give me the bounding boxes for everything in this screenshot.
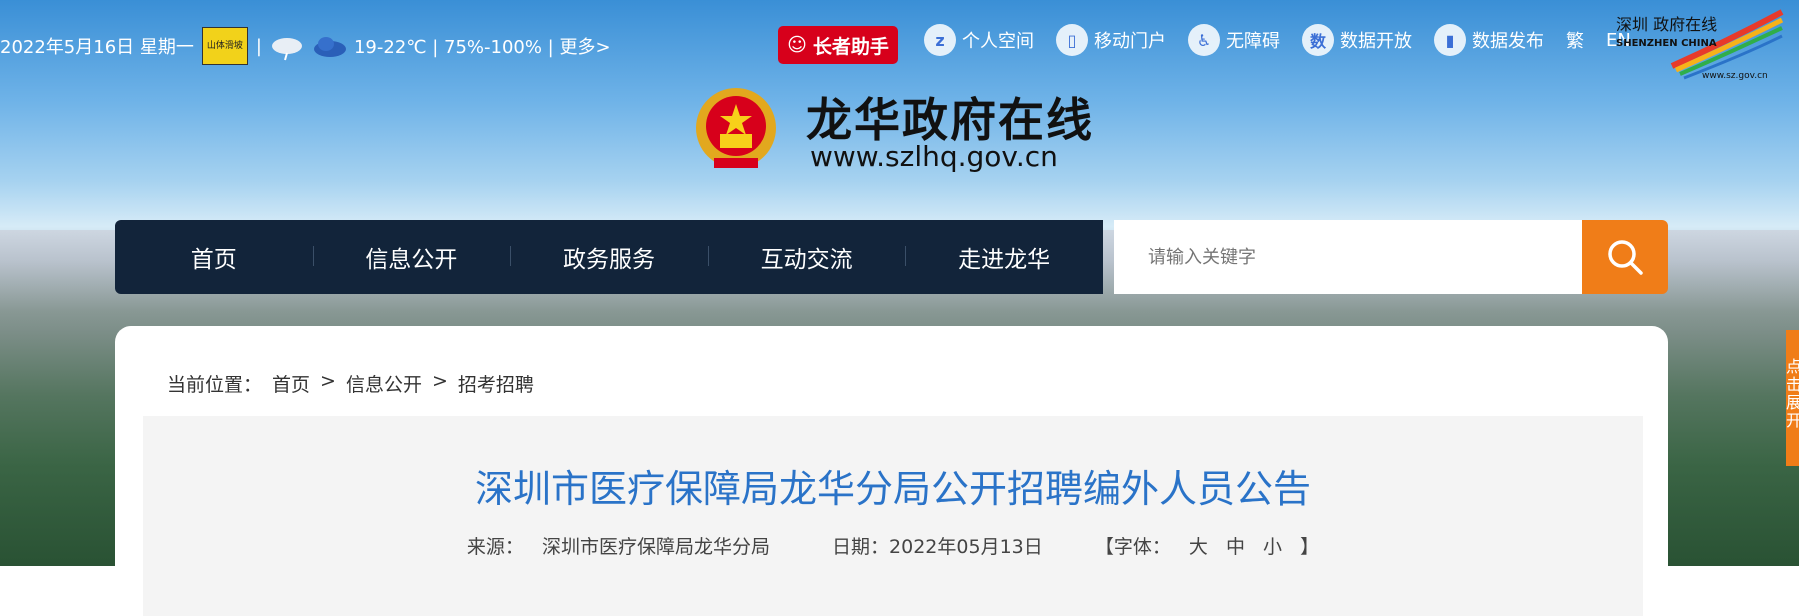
data-icon: 数 <box>1302 24 1334 56</box>
breadcrumb-recruitment[interactable]: 招考招聘 <box>458 370 534 397</box>
source-label: 来源： <box>466 536 524 558</box>
personal-space-icon: z <box>924 24 956 56</box>
breadcrumb: 当前位置： 首页 > 信息公开 > 招考招聘 <box>167 370 534 397</box>
open-data-label: 数据开放 <box>1340 31 1412 52</box>
current-date: 2022年5月16日 星期一 <box>0 37 194 58</box>
font-size-large[interactable]: 大 <box>1189 536 1208 558</box>
date-label: 日期： <box>832 536 890 558</box>
breadcrumb-separator: > <box>431 370 448 392</box>
nav-info-disclosure[interactable]: 信息公开 <box>312 240 511 274</box>
personal-space-label: 个人空间 <box>962 31 1034 52</box>
sz-logo-sub: SHENZHEN CHINA <box>1616 38 1717 49</box>
site-url: www.szlhq.gov.cn <box>810 140 1058 173</box>
elder-icon: ☺ <box>787 34 807 56</box>
separator: | <box>255 35 262 57</box>
nav-interaction[interactable]: 互动交流 <box>707 240 906 274</box>
sz-logo-text: 深圳 政府在线 <box>1616 15 1717 34</box>
traditional-chinese-link[interactable]: 繁 <box>1566 27 1584 53</box>
accessibility-label: 无障碍 <box>1226 31 1280 52</box>
open-data-link[interactable]: 数 数据开放 <box>1302 24 1412 56</box>
content-panel: 当前位置： 首页 > 信息公开 > 招考招聘 深圳市医疗保障局龙华分局公开招聘编… <box>115 326 1668 616</box>
breadcrumb-separator: > <box>320 370 336 392</box>
breadcrumb-info[interactable]: 信息公开 <box>346 370 422 397</box>
top-links: z 个人空间 ▯ 移动门户 ♿ 无障碍 数 数据开放 ▮ 数据发布 繁 EN <box>924 24 1631 56</box>
data-release-link[interactable]: ▮ 数据发布 <box>1434 24 1544 56</box>
elder-assistant-button[interactable]: ☺ 长者助手 <box>778 26 898 64</box>
shenzhen-gov-logo[interactable]: 深圳 政府在线 SHENZHEN CHINA www.sz.gov.cn <box>1612 8 1784 81</box>
weather-bar: 2022年5月16日 星期一 山体滑坡 | 19-22℃ | 75%-100% … <box>0 27 611 65</box>
search-input[interactable] <box>1114 220 1582 294</box>
breadcrumb-prefix: 当前位置： <box>167 374 263 396</box>
bar-chart-icon: ▮ <box>1434 24 1466 56</box>
nav-about-longhua[interactable]: 走进龙华 <box>905 240 1103 274</box>
personal-space-link[interactable]: z 个人空间 <box>924 24 1034 56</box>
main-nav: 首页 信息公开 政务服务 互动交流 走进龙华 <box>115 220 1103 294</box>
mobile-portal-label: 移动门户 <box>1094 31 1166 52</box>
nav-gov-services[interactable]: 政务服务 <box>510 240 708 274</box>
cloud-icon <box>312 35 346 57</box>
search-button[interactable] <box>1582 220 1668 294</box>
font-size-medium[interactable]: 中 <box>1226 536 1245 558</box>
article-header: 深圳市医疗保障局龙华分局公开招聘编外人员公告 来源： 深圳市医疗保障局龙华分局 … <box>143 416 1643 616</box>
mobile-phone-icon: ▯ <box>1056 24 1088 56</box>
wheelchair-icon: ♿ <box>1188 24 1220 56</box>
font-size-label: 【字体： <box>1094 536 1171 558</box>
elder-assistant-label: 长者助手 <box>812 35 889 58</box>
weather-summary-link[interactable]: 19-22℃ | 75%-100% | 更多> <box>354 33 611 59</box>
article-title: 深圳市医疗保障局龙华分局公开招聘编外人员公告 <box>474 467 1311 511</box>
mobile-portal-link[interactable]: ▯ 移动门户 <box>1056 24 1166 56</box>
national-emblem-icon <box>694 86 778 176</box>
source-value: 深圳市医疗保障局龙华分局 <box>541 536 770 558</box>
side-expand-tab[interactable]: 点击展开 <box>1786 330 1799 466</box>
sz-logo-url: www.sz.gov.cn <box>1702 71 1768 80</box>
data-release-label: 数据发布 <box>1472 31 1544 52</box>
accessibility-link[interactable]: ♿ 无障碍 <box>1188 24 1280 56</box>
date-value: 2022年05月13日 <box>889 536 1043 558</box>
font-size-small[interactable]: 小 <box>1263 536 1282 558</box>
rain-cloud-icon <box>270 35 304 61</box>
font-size-close: 】 <box>1300 536 1320 558</box>
article-meta: 来源： 深圳市医疗保障局龙华分局 日期：2022年05月13日 【字体： 大 中… <box>143 532 1643 559</box>
landslide-warning-icon[interactable]: 山体滑坡 <box>201 27 248 65</box>
nav-home[interactable]: 首页 <box>115 240 313 274</box>
search-icon <box>1608 240 1643 275</box>
breadcrumb-home[interactable]: 首页 <box>272 370 310 397</box>
top-bar: 2022年5月16日 星期一 山体滑坡 | 19-22℃ | 75%-100% … <box>0 0 1799 81</box>
